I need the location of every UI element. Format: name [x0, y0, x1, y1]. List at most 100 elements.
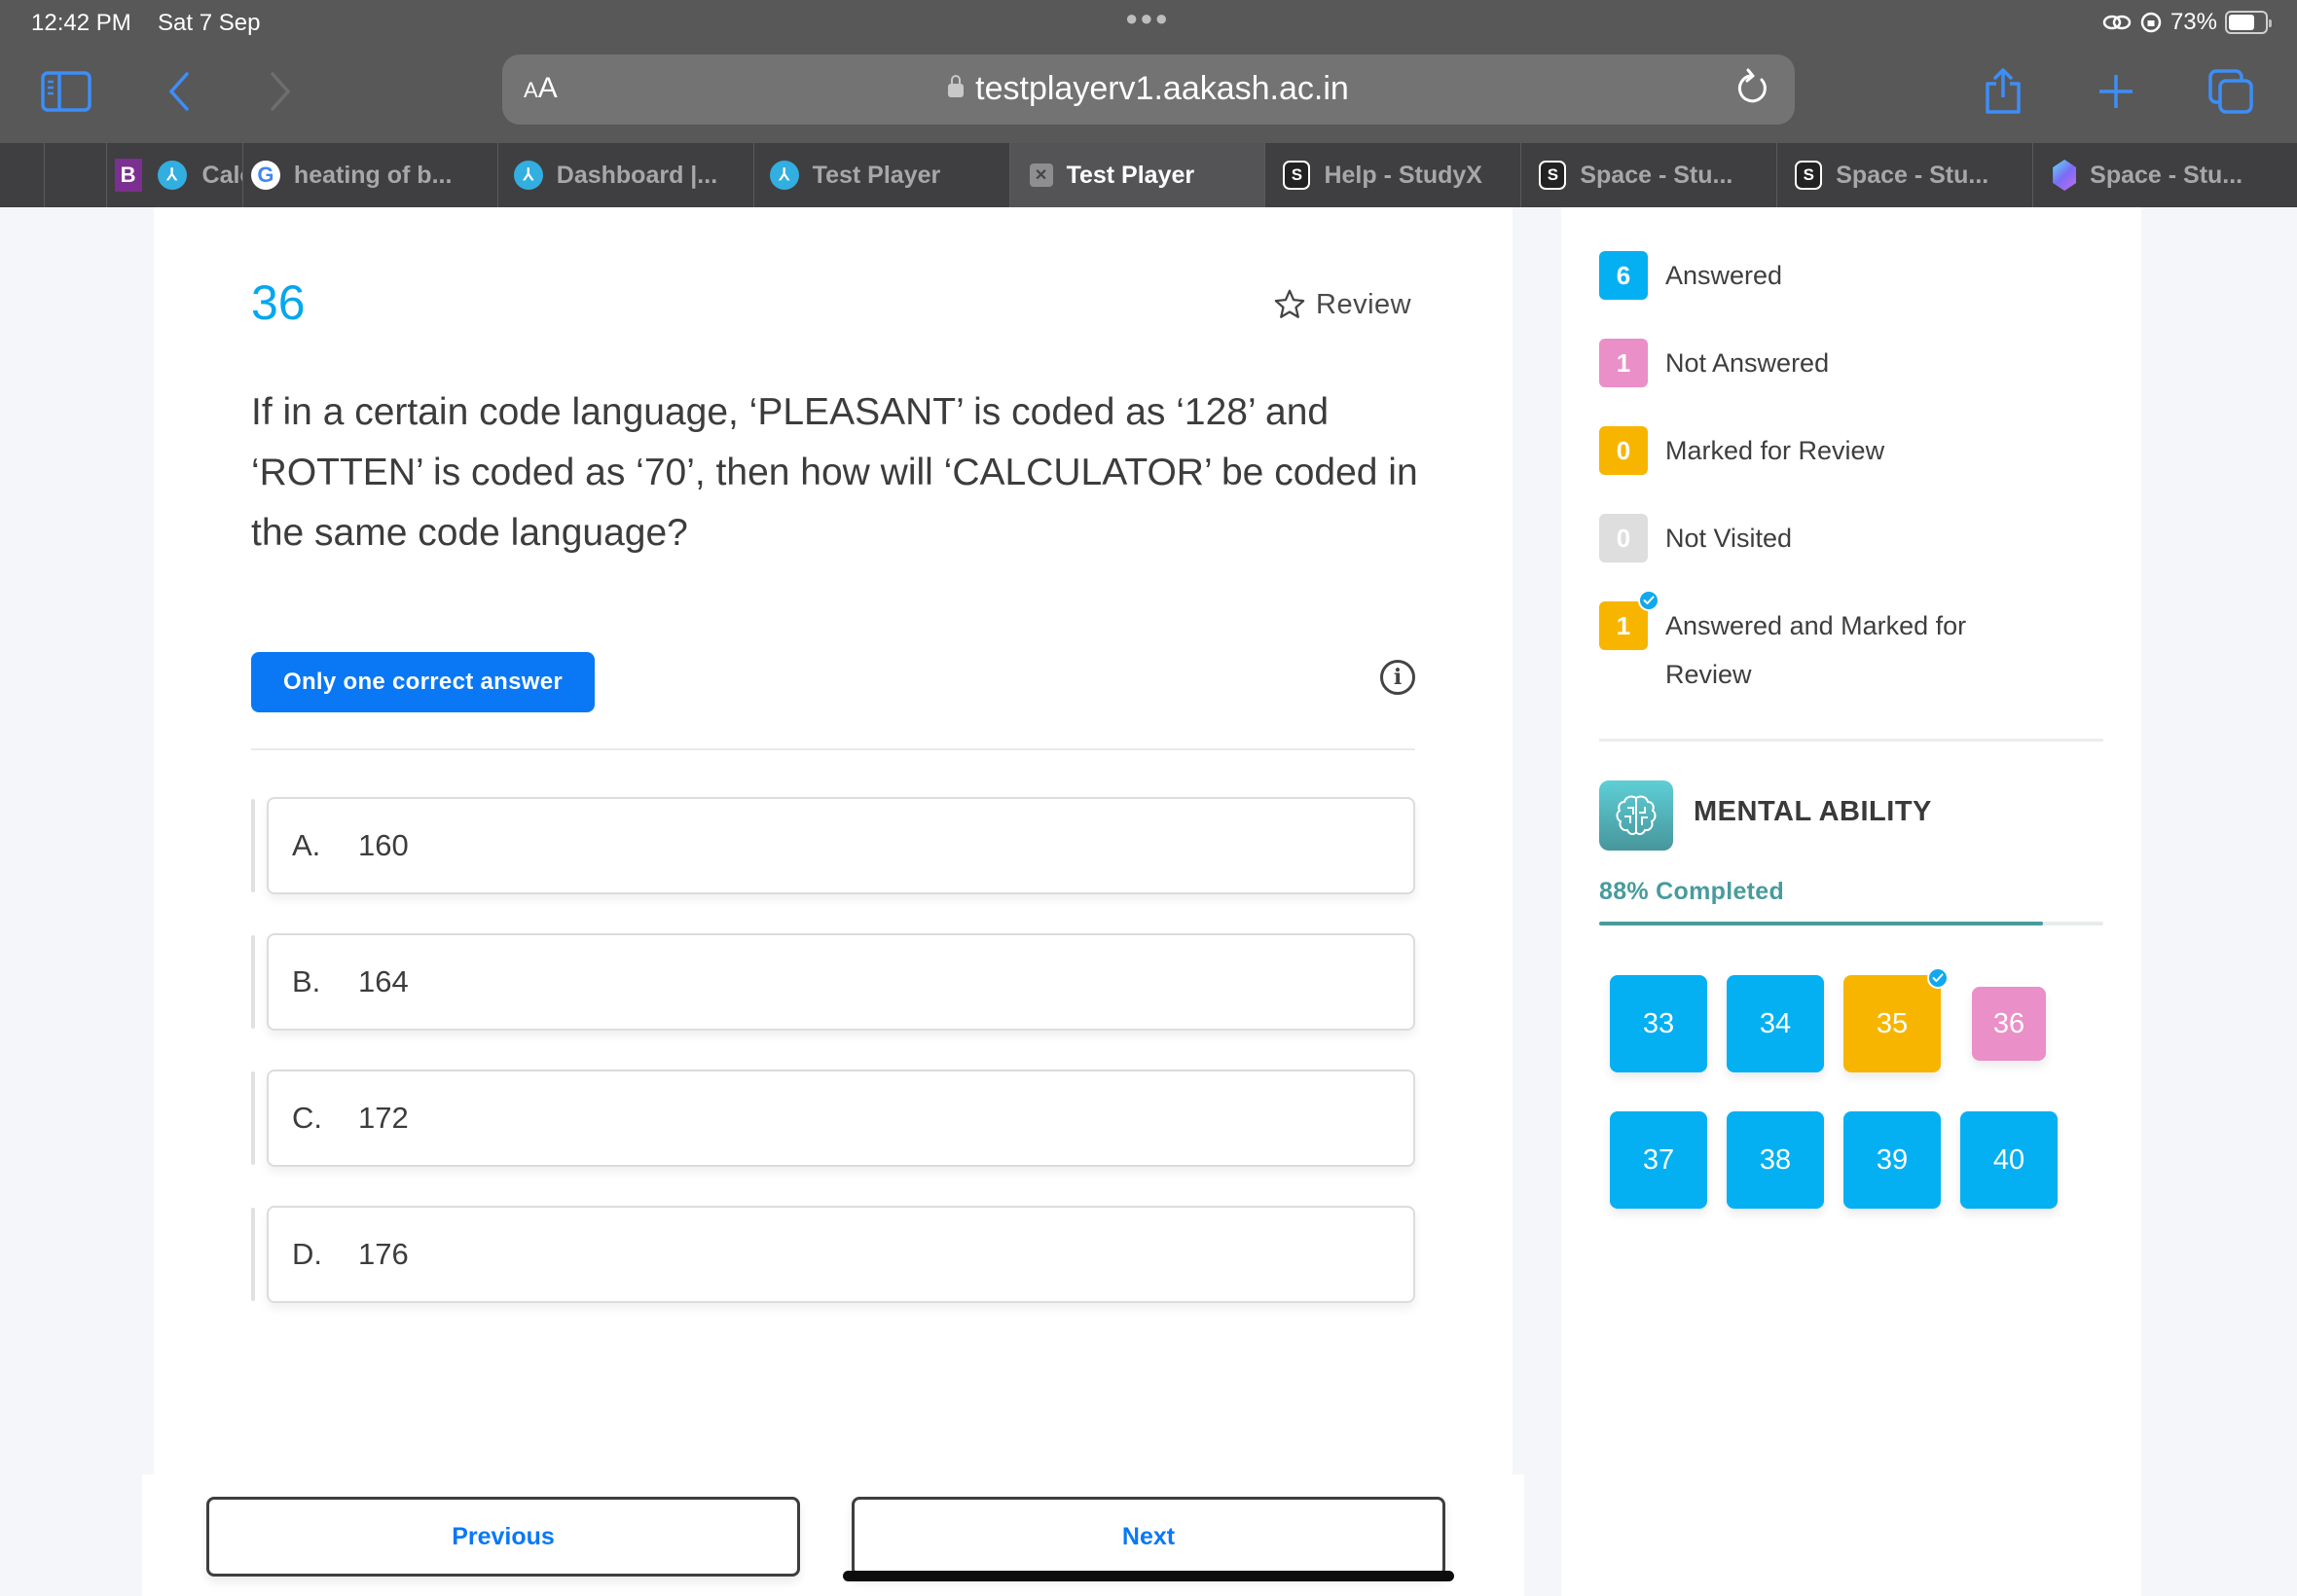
- palette-question-37[interactable]: 37: [1610, 1111, 1707, 1209]
- info-icon[interactable]: i: [1380, 660, 1415, 695]
- tab-test-player-active[interactable]: ✕ Test Player: [1009, 143, 1266, 207]
- link-icon: [2102, 15, 2132, 30]
- studyx-icon: S: [1539, 161, 1567, 190]
- browser-chrome: 12:42 PM Sat 7 Sep ●●● 73% AA testplayer…: [0, 0, 2297, 143]
- option-value: 160: [358, 828, 409, 862]
- tab-heating[interactable]: G heating of b...: [241, 143, 498, 207]
- address-bar[interactable]: AA testplayerv1.aakash.ac.in: [502, 54, 1795, 125]
- option-accent-bar: [251, 1071, 255, 1165]
- palette-question-39[interactable]: 39: [1843, 1111, 1941, 1209]
- option-letter: C.: [292, 1101, 322, 1135]
- lock-icon: [948, 75, 965, 97]
- tab-space-studyx-2[interactable]: S Space - Stu...: [1777, 143, 2034, 207]
- aakash-icon: ⅄: [769, 161, 799, 190]
- tab-label: Test Player: [1066, 161, 1195, 189]
- google-icon: G: [250, 161, 280, 190]
- next-button[interactable]: Next: [852, 1497, 1445, 1577]
- option-value: 164: [358, 964, 409, 998]
- reload-icon: [1737, 68, 1767, 103]
- tab-dashboard[interactable]: ⅄ Dashboard |...: [498, 143, 754, 207]
- question-text: If in a certain code language, ‘PLEASANT…: [251, 391, 1418, 554]
- rotation-lock-icon: [2140, 12, 2162, 33]
- studyx-icon: S: [1795, 161, 1823, 190]
- check-icon: [1638, 590, 1659, 611]
- section-progress-label: 88% Completed: [1599, 878, 1785, 905]
- tab-spacer: [45, 143, 107, 207]
- battery-percent: 73%: [2169, 9, 2217, 35]
- legend-item: 0 Marked for Review: [1599, 426, 1884, 475]
- tab-label: Help - StudyX: [1324, 161, 1482, 189]
- tab-help-studyx[interactable]: S Help - StudyX: [1265, 143, 1522, 207]
- gem-icon: [2053, 160, 2077, 191]
- tab-label: Space - Stu...: [1836, 161, 1989, 189]
- new-tab-button[interactable]: [2089, 64, 2143, 119]
- divider: [1599, 739, 2103, 742]
- tab-bar: B ⅄ Calci G heating of b... ⅄ Dashboard …: [0, 143, 2297, 207]
- chevron-right-icon: [271, 72, 291, 111]
- option-box[interactable]: D. 176: [267, 1206, 1415, 1303]
- option-a[interactable]: A. 160: [251, 797, 1415, 894]
- tab-label: Space - Stu...: [2090, 161, 2243, 189]
- sidebar-toggle-button[interactable]: [39, 64, 93, 119]
- tab-label: Calci: [201, 161, 242, 189]
- status-time: 12:42 PM: [31, 10, 131, 36]
- divider: [251, 748, 1415, 750]
- tab-calci[interactable]: B ⅄ Calci: [107, 143, 242, 207]
- tab-space-studyx-3[interactable]: Space - Stu...: [2033, 143, 2297, 207]
- tab-label: Space - Stu...: [1580, 161, 1733, 189]
- option-accent-bar: [251, 799, 255, 892]
- star-icon: [1274, 289, 1305, 318]
- share-button[interactable]: [1976, 64, 2030, 119]
- aakash-icon: ⅄: [513, 161, 543, 190]
- chevron-left-icon: [168, 72, 189, 111]
- palette-number: 37: [1642, 1143, 1675, 1176]
- tab-overview-button[interactable]: [2204, 64, 2258, 119]
- aakash-icon: ⅄: [157, 161, 187, 190]
- legend-count: 1: [1599, 339, 1648, 387]
- palette-question-35[interactable]: 35: [1843, 967, 1949, 1072]
- palette-question-38[interactable]: 38: [1727, 1111, 1824, 1209]
- option-box[interactable]: B. 164: [267, 933, 1415, 1031]
- palette-question-34[interactable]: 34: [1727, 975, 1824, 1072]
- legend-count: 6: [1599, 251, 1648, 300]
- status-bar: 12:42 PM Sat 7 Sep ●●● 73%: [0, 0, 2297, 47]
- option-letter: A.: [292, 828, 321, 862]
- option-c[interactable]: C. 172: [251, 1070, 1415, 1167]
- reload-button[interactable]: [1736, 68, 1771, 112]
- palette-number: 36: [1992, 1007, 2025, 1039]
- review-button[interactable]: Review: [1273, 288, 1411, 321]
- option-value: 176: [358, 1237, 409, 1271]
- url-field[interactable]: testplayerv1.aakash.ac.in: [502, 70, 1795, 108]
- tab-space-studyx-1[interactable]: S Space - Stu...: [1521, 143, 1778, 207]
- palette-question-40[interactable]: 40: [1960, 1111, 2058, 1209]
- forward-button[interactable]: [253, 64, 308, 119]
- brain-icon: [1599, 780, 1673, 851]
- section-progress-fill: [1599, 922, 2043, 925]
- tab-test-player[interactable]: ⅄ Test Player: [754, 143, 1010, 207]
- legend-count: 0: [1599, 514, 1648, 562]
- option-d[interactable]: D. 176: [251, 1206, 1415, 1303]
- question-type-badge: Only one correct answer: [251, 652, 595, 712]
- tab-label: heating of b...: [293, 161, 453, 189]
- palette-number: 35: [1876, 1007, 1909, 1039]
- url-text: testplayerv1.aakash.ac.in: [975, 70, 1349, 107]
- option-letter: B.: [292, 964, 321, 998]
- status-indicators: 73%: [2102, 9, 2272, 36]
- legend-label: Not Answered: [1665, 348, 1830, 378]
- previous-button[interactable]: Previous: [206, 1497, 800, 1577]
- battery-level: [2229, 15, 2255, 30]
- option-b[interactable]: B. 164: [251, 933, 1415, 1031]
- question-number: 36: [251, 275, 306, 330]
- share-icon: [1986, 68, 2021, 114]
- back-button[interactable]: [152, 64, 206, 119]
- palette-question-33[interactable]: 33: [1610, 975, 1707, 1072]
- plus-icon: [2099, 75, 2133, 108]
- option-letter: D.: [292, 1237, 322, 1271]
- close-tab-icon[interactable]: ✕: [1029, 163, 1053, 187]
- legend-label: Answered: [1665, 261, 1783, 290]
- legend-label: Marked for Review: [1665, 436, 1885, 465]
- palette-question-36[interactable]: 36: [1972, 987, 2046, 1061]
- multitasking-dots-icon[interactable]: ●●●: [1125, 6, 1170, 31]
- option-box[interactable]: C. 172: [267, 1070, 1415, 1167]
- option-box[interactable]: A. 160: [267, 797, 1415, 894]
